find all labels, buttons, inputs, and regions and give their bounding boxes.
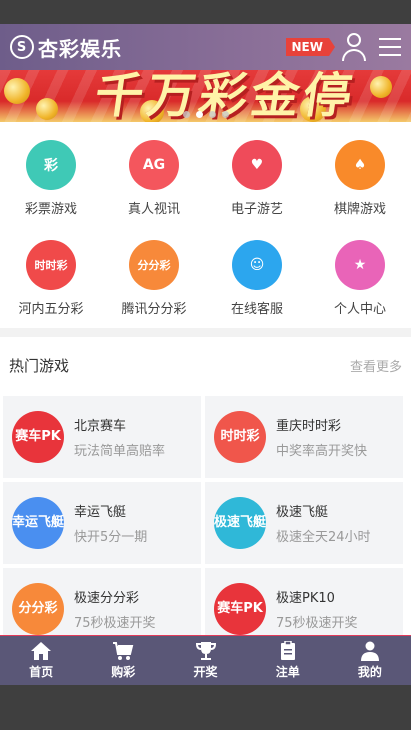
game-icon: 时时彩 <box>214 411 266 463</box>
category-item[interactable]: ★ 个人中心 <box>309 240 411 317</box>
brand-name: 杏彩娱乐 <box>38 36 122 61</box>
person-icon <box>359 641 381 661</box>
game-icon: 幸运飞艇 <box>12 497 64 549</box>
category-item[interactable]: 时时彩 河内五分彩 <box>0 240 102 317</box>
tab-label: 我的 <box>357 665 382 679</box>
category-label: 在线客服 <box>230 302 283 317</box>
game-icon: 极速飞艇 <box>214 497 266 549</box>
clipboard-icon <box>277 641 299 661</box>
game-name: 重庆时时彩 <box>276 419 342 434</box>
category-grid: 彩彩票游戏 AG 真人视讯 ♥ 电子游艺 ♠ 棋牌游戏 时时彩 河内五分彩 分分彩 腾讯分分彩 ☺ 在线… <box>0 122 411 328</box>
card-games-icon: ♠ <box>335 140 385 190</box>
status-bar <box>0 0 411 24</box>
view-more-link[interactable]: 查看更多 <box>350 356 402 375</box>
game-name: 极速分分彩 <box>74 591 140 606</box>
game-description: 玩法简单高赔率 <box>74 444 166 459</box>
category-item[interactable]: ♥ 电子游艺 <box>206 140 308 217</box>
game-description: 75秒极速开奖 <box>276 616 358 631</box>
tab-label: 购彩 <box>111 665 136 679</box>
lottery-icon: 彩 <box>26 140 76 190</box>
carousel-dot[interactable] <box>208 111 216 118</box>
tab-trophy[interactable]: 开奖 <box>164 636 246 685</box>
customer-service-icon: ☺ <box>232 240 282 290</box>
game-name: 极速飞艇 <box>276 505 329 520</box>
game-card[interactable]: 时时彩 重庆时时彩中奖率高开奖快 <box>205 396 403 478</box>
new-badge: NEW <box>285 38 336 56</box>
live-casino-icon: AG <box>129 140 179 190</box>
trophy-icon <box>195 641 217 661</box>
app-header: S 杏彩娱乐 NEW <box>0 24 411 70</box>
hot-games-list: 赛车PK 北京赛车 玩法简单高赔率 时时彩 重庆时时彩 中奖率高开奖快 幸运飞艇 幸运飞艇 快开… <box>0 393 411 635</box>
promo-banner[interactable]: 千万彩金停 <box>0 70 411 122</box>
game-icon: 赛车PK <box>12 411 64 463</box>
game-description: 快开5分一期 <box>74 530 148 545</box>
category-item[interactable]: 分分彩 腾讯分分彩 <box>103 240 205 317</box>
game-icon: 赛车PK <box>214 583 266 635</box>
carousel-dots <box>0 111 411 118</box>
game-name: 北京赛车 <box>74 419 127 434</box>
logo-icon: S <box>10 35 34 59</box>
tab-label: 首页 <box>29 665 54 679</box>
category-label: 腾讯分分彩 <box>121 302 187 317</box>
game-card[interactable]: 幸运飞艇 幸运飞艇 快开5分一期 <box>3 482 201 564</box>
game-description: 75秒极速开奖 <box>74 616 156 631</box>
cart-icon <box>112 641 134 661</box>
category-item[interactable]: AG 真人视讯 <box>103 140 205 217</box>
hot-games-title: 热门游戏 <box>9 356 70 375</box>
carousel-dot[interactable] <box>221 111 229 118</box>
carousel-dot[interactable] <box>182 111 190 118</box>
game-icon: 分分彩 <box>12 583 64 635</box>
star-icon: ★ <box>335 240 385 290</box>
section-divider <box>0 328 411 337</box>
category-item[interactable]: ☺ 在线客服 <box>206 240 308 317</box>
carousel-dot[interactable] <box>195 111 203 118</box>
category-label: 河内五分彩 <box>18 302 84 317</box>
game-card[interactable]: 赛车PK 北京赛车玩法简单高赔率 <box>3 396 201 478</box>
game-description: 极速全天24小时 <box>276 530 371 545</box>
tab-clipboard[interactable]: 注单 <box>247 636 329 685</box>
game-description: 中奖率高开奖快 <box>276 444 368 459</box>
hot-games-header: 热门游戏 查看更多 <box>0 337 411 393</box>
category-label: 真人视讯 <box>127 202 180 217</box>
tencent-lottery-icon: 分分彩 <box>129 240 179 290</box>
game-card[interactable]: 分分彩 极速分分彩 75秒极速开奖 <box>3 568 201 635</box>
game-card[interactable]: 赛车PK 极速PK10 75秒极速开奖 <box>205 568 403 635</box>
menu-icon[interactable] <box>379 38 401 56</box>
category-item[interactable]: 彩彩票游戏 <box>0 140 102 217</box>
game-name: 幸运飞艇 <box>74 505 127 520</box>
category-label: 彩票游戏 <box>24 202 77 217</box>
tab-home[interactable]: 首页 <box>0 636 82 685</box>
brand-logo[interactable]: S 杏彩娱乐 <box>10 33 122 62</box>
category-label: 个人中心 <box>333 302 386 317</box>
category-item[interactable]: ♠ 棋牌游戏 <box>309 140 411 217</box>
system-nav-bar <box>0 685 411 730</box>
category-label: 电子游艺 <box>230 202 283 217</box>
home-icon <box>30 641 52 661</box>
tab-cart[interactable]: 购彩 <box>82 636 164 685</box>
tab-label: 注单 <box>275 665 300 679</box>
category-label: 棋牌游戏 <box>333 202 386 217</box>
tab-person[interactable]: 我的 <box>329 636 411 685</box>
game-card[interactable]: 极速飞艇 极速飞艇 极速全天24小时 <box>205 482 403 564</box>
hanoi-lottery-icon: 时时彩 <box>26 240 76 290</box>
game-name: 极速PK10 <box>276 591 335 606</box>
tab-label: 开奖 <box>193 665 218 679</box>
user-icon[interactable] <box>341 32 367 62</box>
slots-icon: ♥ <box>232 140 282 190</box>
bottom-tab-bar: 首页 购彩 开奖 注单 我的 <box>0 635 411 685</box>
